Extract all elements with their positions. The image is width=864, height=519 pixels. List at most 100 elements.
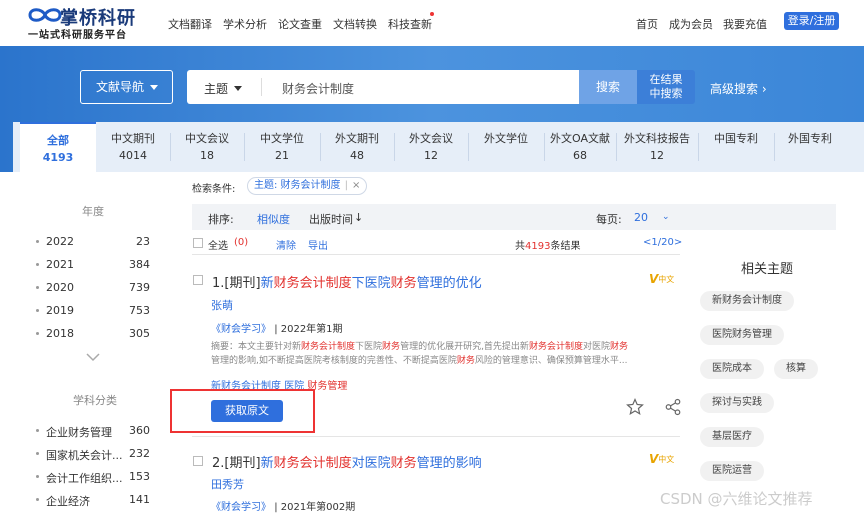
tab-label: 外文科技报告 xyxy=(624,132,690,145)
pager[interactable]: <1/20> xyxy=(643,237,682,248)
condition-label: 检索条件: xyxy=(192,184,236,195)
search-button[interactable]: 搜索 xyxy=(579,70,637,104)
result-checkbox[interactable] xyxy=(193,456,203,466)
tab-label: 中文会议 xyxy=(185,132,229,145)
tab-foreign-thesis[interactable]: 外文学位 xyxy=(468,122,544,172)
result-title[interactable]: 1.[期刊]新财务会计制度下医院财务管理的优化 xyxy=(212,272,482,291)
journal-link[interactable]: 《财会学习》 xyxy=(211,502,271,513)
close-icon[interactable]: × xyxy=(352,180,360,191)
select-all-label[interactable]: 全选 xyxy=(208,237,228,252)
tab-label: 中文学位 xyxy=(260,132,304,145)
field-select[interactable]: 主题 xyxy=(204,80,228,97)
title-part: 财务会计制度 xyxy=(273,276,352,291)
bullet xyxy=(36,498,39,501)
year-item[interactable]: 2022 xyxy=(46,235,74,248)
tab-label: 中文期刊 xyxy=(111,132,155,145)
new-dot-icon xyxy=(430,12,434,16)
title-part: 新 xyxy=(260,456,274,471)
year-count: 753 xyxy=(129,304,150,317)
total-results: 共4193条结果 xyxy=(515,237,580,252)
tab-foreign-journal[interactable]: 外文期刊 48 xyxy=(320,122,394,172)
tab-count: 12 xyxy=(424,149,438,162)
search-in-results-button[interactable]: 在结果 中搜索 xyxy=(637,70,695,104)
tab-count: 21 xyxy=(275,149,289,162)
subject-count: 153 xyxy=(129,470,150,483)
caret-down-icon[interactable] xyxy=(234,86,242,91)
journal-link[interactable]: 《财会学习》 xyxy=(211,324,271,335)
tab-cn-thesis[interactable]: 中文学位 21 xyxy=(244,122,320,172)
nav-translate[interactable]: 文档翻译 xyxy=(168,16,212,32)
nav-novelty[interactable]: 科技查新 xyxy=(388,16,432,32)
nav-member[interactable]: 成为会员 xyxy=(669,16,713,32)
related-tag[interactable]: 医院成本 xyxy=(700,359,764,379)
year-count: 305 xyxy=(129,327,150,340)
source: 《财会学习》 | 2021年第002期 xyxy=(211,498,355,513)
tab-foreign-report[interactable]: 外文科技报告 12 xyxy=(616,122,698,172)
nav-convert[interactable]: 文档转换 xyxy=(333,16,377,32)
bullet xyxy=(36,452,39,455)
tab-label: 外文OA文献 xyxy=(550,132,610,145)
tab-cn-conference[interactable]: 中文会议 18 xyxy=(170,122,244,172)
year-count: 384 xyxy=(129,258,150,271)
badge-label: 中文 xyxy=(658,454,675,464)
divider xyxy=(192,254,680,255)
related-title: 相关主题 xyxy=(741,262,794,277)
doc-nav-button[interactable]: 文献导航 xyxy=(80,70,173,104)
share-icon[interactable] xyxy=(664,398,682,416)
year-count: 739 xyxy=(129,281,150,294)
chevron-down-icon[interactable]: ⌄ xyxy=(662,212,670,222)
select-all-checkbox[interactable] xyxy=(193,238,203,248)
export-link[interactable]: 导出 xyxy=(308,237,328,252)
related-tag[interactable]: 医院运营 xyxy=(700,461,764,481)
total-suffix: 条结果 xyxy=(550,241,581,252)
nav-plagiarism[interactable]: 论文查重 xyxy=(278,16,322,32)
bullet xyxy=(36,309,39,312)
result-index: 1.[期刊] xyxy=(212,276,261,291)
year-item[interactable]: 2021 xyxy=(46,258,74,271)
result-title[interactable]: 2.[期刊]新财务会计制度对医院财务管理的影响 xyxy=(212,452,482,471)
chinese-badge-icon: V 中文 xyxy=(649,452,675,466)
doc-nav-label: 文献导航 xyxy=(96,80,145,94)
tab-label: 全部 xyxy=(47,134,69,147)
divider xyxy=(192,436,680,437)
arrow-down-icon[interactable]: ↓ xyxy=(354,211,363,224)
login-button[interactable]: 登录/注册 xyxy=(784,12,839,30)
related-tag[interactable]: 基层医疗 xyxy=(700,427,764,447)
sort-relevance[interactable]: 相似度 xyxy=(257,211,290,227)
related-tag[interactable]: 新财务会计制度 xyxy=(700,291,794,311)
advanced-search-link[interactable]: 高级搜索 › xyxy=(710,80,767,97)
related-tag[interactable]: 核算 xyxy=(774,359,818,379)
subject-count: 141 xyxy=(129,493,150,506)
subject-item[interactable]: 企业财务管理 xyxy=(46,424,112,440)
sort-time[interactable]: 出版时间 xyxy=(309,211,353,227)
tab-foreign-conference[interactable]: 外文会议 12 xyxy=(394,122,468,172)
tab-count: 18 xyxy=(200,149,214,162)
subject-item[interactable]: 企业经济 xyxy=(46,493,90,509)
bullet xyxy=(36,263,39,266)
star-icon[interactable] xyxy=(626,398,644,416)
tab-foreign-oa[interactable]: 外文OA文献 68 xyxy=(544,122,616,172)
related-tag[interactable]: 医院财务管理 xyxy=(700,325,784,345)
tab-all[interactable]: 全部 4193 xyxy=(20,122,96,172)
chevron-down-icon[interactable] xyxy=(86,353,100,362)
year-item[interactable]: 2019 xyxy=(46,304,74,317)
author-link[interactable]: 张萌 xyxy=(211,297,233,313)
nav-home[interactable]: 首页 xyxy=(636,16,658,32)
title-part: 新 xyxy=(260,276,274,291)
result-checkbox[interactable] xyxy=(193,275,203,285)
year-count: 23 xyxy=(136,235,150,248)
year-item[interactable]: 2020 xyxy=(46,281,74,294)
search-input[interactable]: 财务会计制度 xyxy=(282,80,354,97)
related-tag[interactable]: 探讨与实践 xyxy=(700,393,774,413)
per-page-select[interactable]: 20 xyxy=(634,211,648,224)
author-link[interactable]: 田秀芳 xyxy=(211,476,244,492)
condition-chip[interactable]: 主题: 财务会计制度 | × xyxy=(247,177,368,195)
clear-link[interactable]: 清除 xyxy=(276,237,296,252)
tab-cn-patent[interactable]: 中国专利 xyxy=(698,122,774,172)
tab-foreign-patent[interactable]: 外国专利 xyxy=(774,122,846,172)
year-item[interactable]: 2018 xyxy=(46,327,74,340)
tab-cn-journal[interactable]: 中文期刊 4014 xyxy=(96,122,170,172)
selected-count: (0) xyxy=(234,237,249,248)
nav-recharge[interactable]: 我要充值 xyxy=(723,16,767,32)
nav-analysis[interactable]: 学术分析 xyxy=(223,16,267,32)
